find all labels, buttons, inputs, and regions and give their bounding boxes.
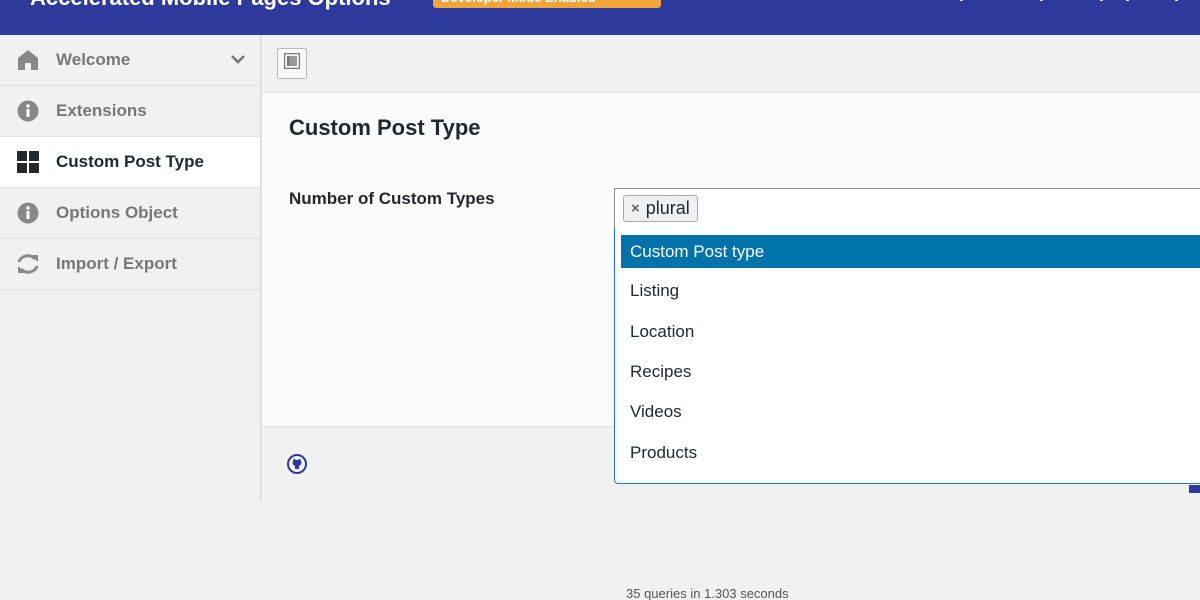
remove-tag-icon[interactable]: ×: [631, 200, 640, 217]
query-stats: 35 queries in 1.303 seconds: [626, 586, 789, 600]
refresh-icon: [16, 252, 40, 276]
developer-mode-badge: Developer Mode Enabled: [433, 0, 661, 8]
select-dropdown: Custom Post type Listing Location Recipe…: [614, 228, 1200, 484]
option-products[interactable]: Products: [621, 433, 1200, 473]
sidebar-item-label: Welcome: [56, 50, 131, 69]
sidebar-item-label: Import / Export: [56, 254, 177, 273]
header-glyph-fragment: [1126, 0, 1129, 1]
section-title: Custom Post Type: [289, 115, 481, 140]
sidebar-item-options-object[interactable]: Options Object: [0, 188, 260, 239]
header-glyph-fragment: [1100, 0, 1103, 1]
footer-button-edge[interactable]: [1189, 485, 1200, 493]
grid-icon: [16, 150, 40, 174]
selected-tag-plural[interactable]: × plural: [623, 195, 698, 222]
option-custom-post-type[interactable]: Custom Post type: [621, 235, 1200, 268]
chevron-down-icon[interactable]: [230, 51, 246, 72]
header-glyph-fragment: [1040, 0, 1043, 1]
header-glyph-fragment: [1175, 0, 1178, 1]
sidebar-item-custom-post-type[interactable]: Custom Post Type: [0, 137, 260, 188]
sidebar-item-label: Custom Post Type: [56, 152, 204, 171]
option-videos[interactable]: Videos: [621, 392, 1200, 432]
home-icon: [16, 48, 40, 72]
info-icon: [16, 99, 40, 123]
layout-icon: [283, 52, 301, 74]
custom-types-select[interactable]: × plural: [614, 188, 1200, 228]
sidebar-item-welcome[interactable]: Welcome: [0, 35, 260, 86]
sidebar-item-label: Options Object: [56, 203, 178, 222]
top-header-bar: Accelerated Mobile Pages Options Develop…: [0, 0, 1200, 35]
info-icon: [16, 201, 40, 225]
tag-label: plural: [645, 198, 690, 218]
sidebar-item-import-export[interactable]: Import / Export: [0, 239, 260, 290]
github-icon[interactable]: [287, 454, 307, 479]
sidebar-item-extensions[interactable]: Extensions: [0, 86, 260, 137]
sidebar-nav: Welcome Extensions Custom Post Type Opti…: [0, 35, 261, 500]
header-glyph-fragment: [960, 0, 963, 1]
field-label: Number of Custom Types: [289, 189, 495, 208]
option-location[interactable]: Location: [621, 311, 1200, 351]
sidebar-item-label: Extensions: [56, 101, 147, 120]
option-listing[interactable]: Listing: [621, 271, 1200, 311]
option-recipes[interactable]: Recipes: [621, 352, 1200, 392]
panel-toolbar: [262, 35, 1200, 93]
page-title: Accelerated Mobile Pages Options: [30, 0, 391, 11]
expand-options-button[interactable]: [277, 48, 307, 79]
